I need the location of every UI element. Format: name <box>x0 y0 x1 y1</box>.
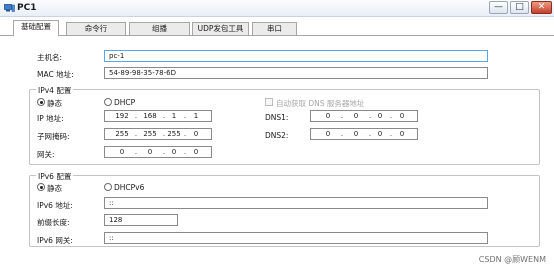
maximize-button[interactable]: □ <box>510 1 529 14</box>
dns1-octet-4[interactable]: 0 <box>391 111 413 121</box>
dns2-octet-1[interactable]: 0 <box>317 129 339 139</box>
dns2-octet-2[interactable]: 0 <box>345 129 367 139</box>
dns1-label: DNS1: <box>265 113 289 122</box>
tab-serial-port[interactable]: 串口 <box>252 22 297 35</box>
window-title: PC1 <box>17 3 37 13</box>
ipv4-group-title: IPv4 配置 <box>36 85 74 96</box>
ipv6-address-input[interactable]: :: <box>104 197 488 209</box>
hostname-input[interactable]: pc-1 <box>104 50 488 62</box>
ipv6-group-title: IPv6 配置 <box>36 171 74 182</box>
dns2-octet-4[interactable]: 0 <box>391 129 413 139</box>
ipv6-dhcpv6-radio[interactable] <box>104 183 112 191</box>
dns1-input[interactable]: 0 . 0 . 0 . 0 <box>310 110 418 122</box>
ip-octet-2[interactable]: 168 <box>139 111 161 121</box>
mask-octet-2[interactable]: 255 <box>139 129 161 139</box>
ipv6-gateway-input[interactable]: :: <box>104 232 488 244</box>
ipv6-dhcpv6-label: DHCPv6 <box>114 183 145 192</box>
tab-multicast[interactable]: 组播 <box>129 22 190 35</box>
watermark: CSDN @顾WENM <box>478 255 546 264</box>
hostname-label: 主机名: <box>37 53 63 62</box>
close-button[interactable]: ✕ <box>531 1 552 14</box>
prefix-length-label: 前缀长度: <box>37 218 70 227</box>
auto-dns-label: 自动获取 DNS 服务器地址 <box>276 99 365 108</box>
ipv6-gateway-label: IPv6 网关: <box>37 236 73 245</box>
mask-octet-4[interactable]: 0 <box>185 129 207 139</box>
gateway-input[interactable]: 0 . 0 . 0 . 0 <box>104 146 212 158</box>
tab-udp-tool[interactable]: UDP发包工具 <box>192 22 249 35</box>
ipv6-static-label: 静态 <box>47 184 62 193</box>
pc-icon <box>4 4 15 13</box>
ipv4-static-label: 静态 <box>47 99 62 108</box>
gateway-octet-1[interactable]: 0 <box>111 147 133 157</box>
tab-command-line[interactable]: 命令行 <box>66 22 126 35</box>
ipv4-dhcp-radio[interactable] <box>104 98 112 106</box>
tab-basic-config[interactable]: 基础配置 <box>13 20 59 36</box>
mask-octet-1[interactable]: 255 <box>111 129 133 139</box>
ip-octet-1[interactable]: 192 <box>111 111 133 121</box>
ip-octet-4[interactable]: 1 <box>185 111 207 121</box>
ip-address-input[interactable]: 192 . 168 . 1 . 1 <box>104 110 212 122</box>
ipv6-address-label: IPv6 地址: <box>37 201 73 210</box>
mac-label: MAC 地址: <box>37 70 74 79</box>
tab-divider <box>0 35 554 36</box>
ipv4-dhcp-label: DHCP <box>114 98 136 107</box>
prefix-length-input[interactable]: 128 <box>104 214 178 226</box>
title-bar <box>0 0 554 17</box>
subnet-mask-label: 子网掩码: <box>37 132 70 141</box>
dns1-octet-1[interactable]: 0 <box>317 111 339 121</box>
ip-address-label: IP 地址: <box>37 114 64 123</box>
mac-input[interactable]: 54-89-98-35-78-6D <box>104 67 488 79</box>
dns1-octet-2[interactable]: 0 <box>345 111 367 121</box>
gateway-label: 网关: <box>37 150 55 159</box>
dns2-input[interactable]: 0 . 0 . 0 . 0 <box>310 128 418 140</box>
gateway-octet-4[interactable]: 0 <box>185 147 207 157</box>
ipv4-static-radio[interactable] <box>37 98 45 106</box>
ipv6-static-radio[interactable] <box>37 183 45 191</box>
minimize-button[interactable]: — <box>489 1 508 14</box>
subnet-mask-input[interactable]: 255 . 255 . 255 . 0 <box>104 128 212 140</box>
dns2-label: DNS2: <box>265 131 289 140</box>
auto-dns-checkbox[interactable] <box>265 98 273 106</box>
gateway-octet-2[interactable]: 0 <box>139 147 161 157</box>
